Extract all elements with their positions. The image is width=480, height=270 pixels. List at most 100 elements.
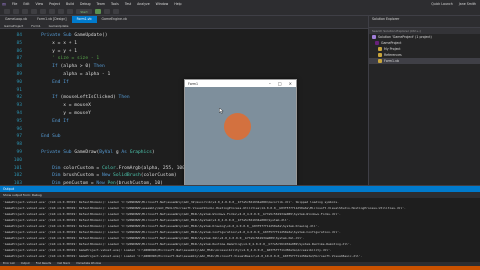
close-icon[interactable]: × <box>289 81 292 86</box>
menu-view[interactable]: View <box>36 2 44 6</box>
code-line[interactable]: 87 ' size = size - 1 <box>0 55 368 63</box>
menu-analyze[interactable]: Analyze <box>137 2 150 6</box>
code-text[interactable]: y = y + 1 <box>30 48 77 56</box>
code-text[interactable]: ' size = size - 1 <box>30 55 99 63</box>
form-canvas[interactable] <box>185 87 296 193</box>
line-number: 93 <box>16 103 22 109</box>
editor-navigation-bar: GameProject Form1 GameUpdate <box>0 23 368 29</box>
line-number: 89 <box>16 71 22 77</box>
line-number: 85 <box>16 40 22 46</box>
code-text[interactable]: End If <box>30 79 69 87</box>
visual-studio-logo-icon: ∞ <box>1 0 7 8</box>
line-number: 91 <box>16 87 22 93</box>
code-text[interactable]: End Sub <box>30 133 60 141</box>
new-file-icon[interactable] <box>22 9 28 14</box>
stop-icon[interactable] <box>113 9 119 14</box>
status-bar <box>0 266 480 270</box>
open-file-icon[interactable] <box>31 9 37 14</box>
line-number: 97 <box>16 134 22 140</box>
toolbar: Start <box>0 8 480 16</box>
menu-file[interactable]: File <box>12 2 17 6</box>
code-text[interactable]: Private Sub GameDraw(ByVal g As Graphics… <box>30 149 155 157</box>
line-number: 86 <box>16 48 22 54</box>
code-line[interactable]: 88 If (alpha > 0) Then <box>0 63 368 71</box>
undo-icon[interactable] <box>58 9 64 14</box>
line-number: 102 <box>13 173 22 179</box>
menu-help[interactable]: Help <box>174 2 181 6</box>
line-number: 90 <box>16 79 22 85</box>
menu-test[interactable]: Test <box>125 2 131 6</box>
code-text[interactable]: Dim colorCustom = Color.FromArgb(alpha, … <box>30 165 199 173</box>
tab-gameloop[interactable]: GameLoop.vb <box>0 16 32 23</box>
solution-tree: Solution 'GameProject' (1 project) GamePr… <box>369 34 480 64</box>
code-line[interactable]: 84 Private Sub GameUpdate() <box>0 32 368 40</box>
tab-form-design[interactable]: Form1.vb [Design] <box>32 16 72 23</box>
solution-node[interactable]: Form1.vb <box>369 58 480 64</box>
back-icon[interactable] <box>4 9 10 14</box>
maximize-icon[interactable]: □ <box>278 81 282 86</box>
code-text[interactable]: y = mouseY <box>30 110 91 118</box>
code-text[interactable]: x = x + 1 <box>30 40 77 48</box>
solution-explorer: Solution Explorer Search Solution Explor… <box>368 16 480 185</box>
line-number: 101 <box>13 165 22 171</box>
line-number: 88 <box>16 64 22 70</box>
solution-node-icon <box>378 59 382 63</box>
tab-gameengine[interactable]: GameEngine.vb <box>97 16 132 23</box>
line-number: 100 <box>13 157 22 163</box>
code-text[interactable]: If (mouseLeftIsClicked) Then <box>30 94 129 102</box>
solution-node-icon <box>378 53 382 57</box>
pause-icon[interactable] <box>104 9 110 14</box>
code-text[interactable]: Dim brushCustom = New SolidBrush(colorCu… <box>30 172 177 180</box>
save-all-icon[interactable] <box>49 9 55 14</box>
form-title-bar[interactable]: Form1 – □ × <box>185 80 296 87</box>
output-line: 'GameProject.vshost.exe' (CLR v4.0.30319… <box>3 254 363 258</box>
line-number: 94 <box>16 110 22 116</box>
tab-form1-code[interactable]: Form1.vb <box>71 16 97 23</box>
line-number: 84 <box>16 33 22 38</box>
save-icon[interactable] <box>40 9 46 14</box>
code-text[interactable]: x = mouseX <box>30 102 91 110</box>
menu-team[interactable]: Team <box>97 2 105 6</box>
menu-tools[interactable]: Tools <box>111 2 119 6</box>
redo-icon[interactable] <box>67 9 73 14</box>
code-line[interactable]: 85 x = x + 1 <box>0 40 368 48</box>
document-tabs: GameLoop.vb Form1.vb [Design] Form1.vb G… <box>0 16 368 23</box>
code-text[interactable]: End If <box>30 118 69 126</box>
line-number: 96 <box>16 126 22 132</box>
menu-debug[interactable]: Debug <box>80 2 90 6</box>
class-dropdown[interactable]: Form1 <box>31 23 40 28</box>
line-number: 92 <box>16 95 22 101</box>
code-text[interactable]: If (alpha > 0) Then <box>30 63 105 71</box>
solution-node-icon <box>378 47 382 51</box>
code-text[interactable]: alpha = alpha - 1 <box>30 71 110 79</box>
line-number: 99 <box>16 149 22 155</box>
output-source-selector[interactable]: Show output from: Debug <box>0 192 480 198</box>
line-number: 95 <box>16 118 22 124</box>
user-name[interactable]: Jane Smith <box>459 2 476 6</box>
menu-project[interactable]: Project <box>49 2 60 6</box>
start-button[interactable]: Start <box>76 9 92 14</box>
code-line[interactable]: 89 alpha = alpha - 1 <box>0 71 368 79</box>
project-dropdown[interactable]: GameProject <box>4 23 23 28</box>
mouse-cursor-icon <box>219 108 224 114</box>
quick-launch-input[interactable]: Quick Launch <box>431 2 453 6</box>
run-icon[interactable] <box>95 9 101 14</box>
output-lines: 'GameProject.vshost.exe' (CLR v4.0.30319… <box>3 199 477 259</box>
member-dropdown[interactable]: GameUpdate <box>49 23 69 28</box>
solution-node-icon <box>375 41 379 45</box>
orange-ball <box>224 113 251 140</box>
code-text[interactable]: Private Sub GameUpdate() <box>30 32 107 40</box>
running-form-window[interactable]: Form1 – □ × <box>184 79 297 194</box>
title-bar: ∞ File Edit View Project Build Debug Tea… <box>0 0 480 8</box>
start-label: Start <box>80 9 88 14</box>
menu-window[interactable]: Window <box>156 2 169 6</box>
menu-build[interactable]: Build <box>66 2 74 6</box>
menu-bar: File Edit View Project Build Debug Team … <box>12 2 182 6</box>
code-line[interactable]: 86 y = y + 1 <box>0 48 368 56</box>
solution-node-icon <box>372 35 376 39</box>
output-panel: Output Show output from: Debug 'GameProj… <box>0 185 480 262</box>
forward-icon[interactable] <box>13 9 19 14</box>
menu-edit[interactable]: Edit <box>23 2 29 6</box>
line-number: 98 <box>16 142 22 148</box>
minimize-icon[interactable]: – <box>269 81 271 86</box>
